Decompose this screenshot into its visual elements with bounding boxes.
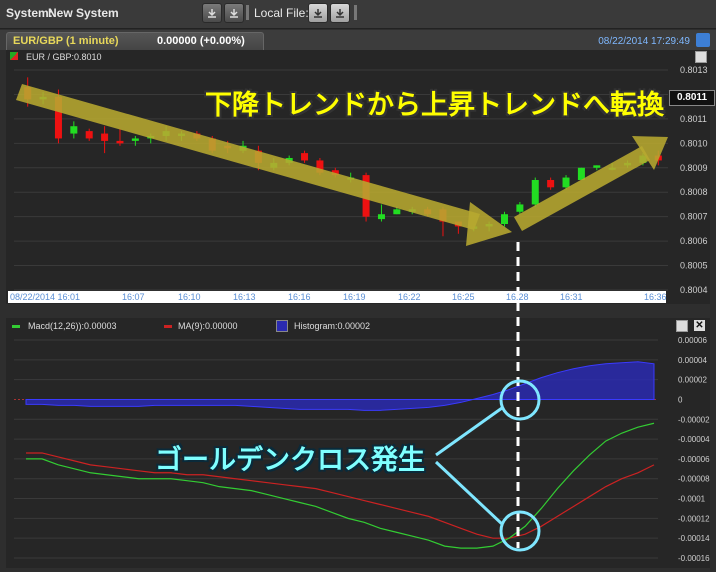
trading-platform-window: System: New System Local File: EUR/GBP (… — [0, 0, 716, 572]
time-axis-tick: 16:19 — [343, 292, 366, 302]
time-axis-tick: 16:13 — [233, 292, 256, 302]
tab-price-change: 0.00000 (+0.00%) — [157, 35, 245, 47]
top-toolbar: System: New System Local File: — [0, 0, 716, 29]
tab-symbol: EUR/GBP (1 minute) — [13, 35, 119, 47]
histogram-legend-label: Histogram:0.00002 — [294, 321, 371, 331]
local-file-label: Local File: — [254, 6, 309, 20]
trend-reversal-annotation: 下降トレンドから上昇トレンドへ転換 — [205, 90, 664, 120]
chart-type-icon — [10, 52, 18, 60]
download-icon[interactable] — [224, 3, 244, 23]
time-axis-tick: 16:25 — [452, 292, 475, 302]
time-axis-tick: 16:31 — [560, 292, 583, 302]
price-panel-title: EUR / GBP:0.8010 — [26, 52, 102, 62]
toolbar-separator — [246, 5, 249, 20]
tab-eurgbp[interactable]: EUR/GBP (1 minute) 0.00000 (+0.00%) — [6, 32, 264, 51]
datetime-readout: 08/22/2014 17:29:49 — [598, 36, 690, 47]
minimize-icon[interactable] — [676, 320, 688, 332]
time-axis-tick: 16:07 — [122, 292, 145, 302]
phone-icon[interactable] — [696, 33, 710, 47]
ma-legend-swatch — [164, 325, 172, 328]
macd-legend-swatch — [12, 325, 20, 328]
time-axis-tick: 16:36 — [644, 292, 667, 302]
minimize-icon[interactable] — [695, 51, 707, 63]
time-axis: 08/22/2014 16:01 16:07 16:10 16:13 16:16 16:1… — [8, 291, 667, 303]
download-icon[interactable] — [202, 3, 222, 23]
ma-legend-label: MA(9):0.00000 — [178, 321, 238, 331]
time-axis-tick: 08/22/2014 16:01 — [10, 292, 81, 302]
open-file-icon[interactable] — [308, 3, 328, 23]
open-file-icon[interactable] — [330, 3, 350, 23]
close-icon[interactable]: ✕ — [694, 320, 705, 331]
time-axis-tick: 16:22 — [398, 292, 421, 302]
system-label: System: — [6, 6, 53, 20]
current-price-tag: 0.8011 — [669, 90, 715, 106]
price-panel-header: EUR / GBP:0.8010 — [6, 50, 710, 64]
chart-tab-row: EUR/GBP (1 minute) 0.00000 (+0.00%) 08/2… — [0, 30, 716, 51]
toolbar-separator — [354, 5, 357, 20]
macd-legend-label: Macd(12,26)):0.00003 — [28, 321, 117, 331]
time-axis-tick: 16:10 — [178, 292, 201, 302]
time-axis-tick: 16:16 — [288, 292, 311, 302]
golden-cross-annotation: ゴールデンクロス発生 — [155, 445, 425, 475]
macd-panel-header: Macd(12,26)):0.00003 MA(9):0.00000 Histo… — [6, 320, 710, 334]
histogram-legend-swatch — [276, 320, 288, 332]
time-axis-tick: 16:28 — [506, 292, 529, 302]
system-name[interactable]: New System — [48, 6, 119, 20]
